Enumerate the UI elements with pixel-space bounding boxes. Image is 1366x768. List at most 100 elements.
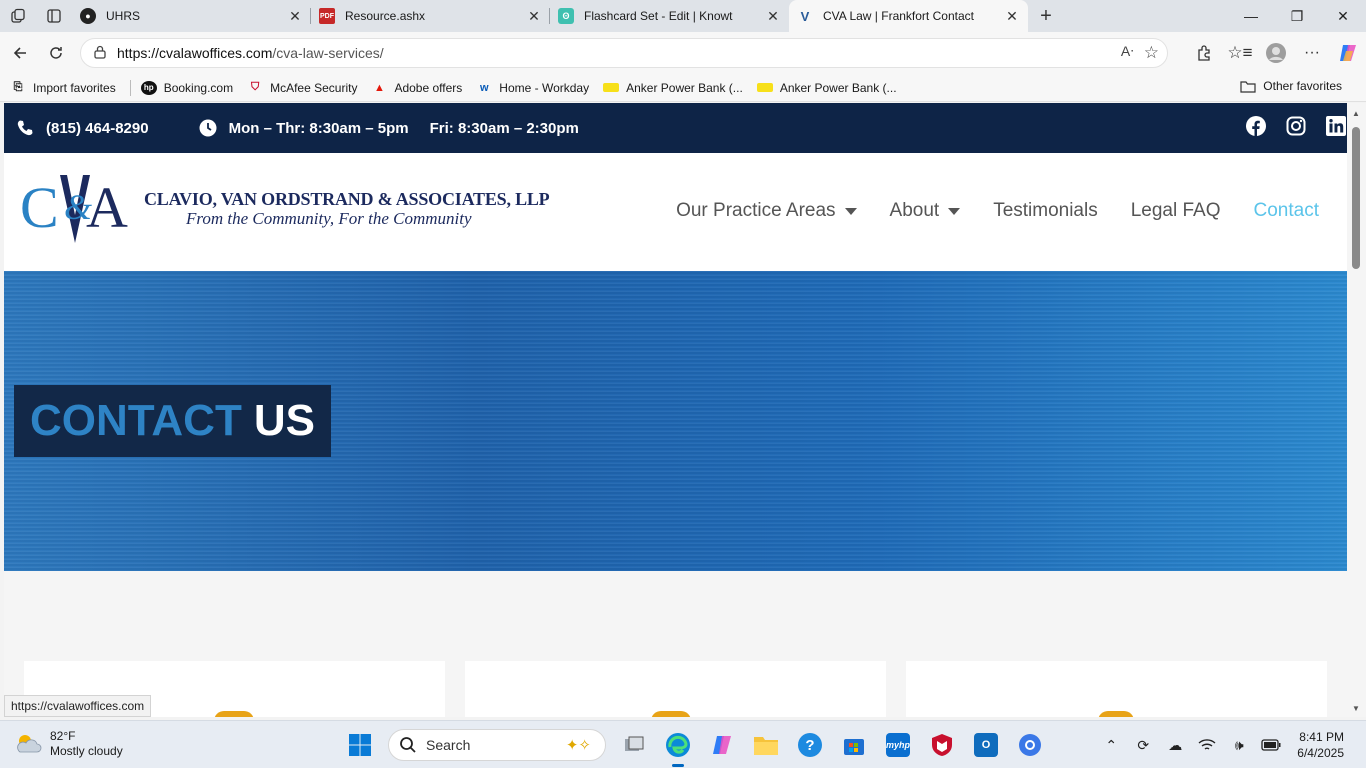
- window-close-icon[interactable]: ✕: [1320, 0, 1366, 32]
- linkedin-icon[interactable]: [1325, 115, 1347, 137]
- system-clock[interactable]: 8:41 PM 6/4/2025: [1297, 729, 1344, 761]
- scroll-down-icon[interactable]: ▼: [1351, 704, 1361, 713]
- more-icon[interactable]: ···: [1294, 35, 1330, 71]
- myhp-icon: myhp: [886, 733, 910, 757]
- clock-icon: [197, 117, 219, 139]
- taskbar-store[interactable]: [832, 727, 876, 763]
- other-favorites-label: Other favorites: [1263, 79, 1342, 93]
- read-aloud-icon[interactable]: Aᐧ: [1121, 43, 1134, 63]
- tab-cva-law[interactable]: V CVA Law | Frankfort Contact ✕: [789, 0, 1028, 32]
- url-host: https://cvalawoffices.com: [117, 45, 273, 61]
- tab-label: Resource.ashx: [345, 9, 426, 23]
- fav-mcafee[interactable]: ⛉ McAfee Security: [247, 81, 358, 95]
- hours-weekday: Mon – Thr: 8:30am – 5pm: [228, 119, 409, 137]
- card-icon: [1098, 711, 1134, 717]
- site-header: C & A CLAVIO, VAN ORDSTRAND & ASSOCIATES…: [4, 153, 1347, 271]
- refresh-icon[interactable]: [38, 35, 74, 71]
- fav-import-favorites[interactable]: ⎘ Import favorites: [10, 81, 116, 95]
- scroll-up-icon[interactable]: ▲: [1351, 109, 1361, 118]
- firm-name: CLAVIO, VAN ORDSTRAND & ASSOCIATES, LLP: [144, 189, 550, 209]
- scroll-thumb[interactable]: [1352, 127, 1360, 269]
- fav-adobe[interactable]: ▲ Adobe offers: [371, 81, 462, 95]
- restore-icon[interactable]: ❐: [1274, 0, 1320, 32]
- taskbar-myhp[interactable]: myhp: [876, 727, 920, 763]
- mcafee-icon: ⛉: [250, 81, 260, 93]
- taskbar-search[interactable]: Search ✦✧: [388, 729, 606, 761]
- store-icon: [844, 739, 864, 755]
- fav-label: Home - Workday: [499, 80, 590, 95]
- site-info-icon[interactable]: [93, 45, 107, 62]
- taskbar-chrome-like-app[interactable]: [1008, 727, 1052, 763]
- tab-strip: ● UHRS ✕ PDF Resource.ashx ✕ ʘ Flashcard…: [0, 0, 1366, 32]
- main-nav: Our Practice Areas About Testimonials Le…: [643, 200, 1319, 222]
- card-icon: [651, 711, 691, 717]
- onedrive-icon[interactable]: ☁: [1159, 737, 1191, 754]
- fav-label: Booking.com: [163, 80, 234, 95]
- search-icon: [400, 737, 416, 753]
- contact-info-bar: (815) 464-8290 Mon – Thr: 8:30am – 5pm F…: [4, 103, 1347, 153]
- taskbar-outlook[interactable]: O: [964, 727, 1008, 763]
- fav-booking[interactable]: hp Booking.com: [140, 80, 234, 95]
- taskbar-mcafee[interactable]: [920, 727, 964, 763]
- nav-testimonials[interactable]: Testimonials: [993, 200, 1098, 222]
- firm-logo[interactable]: C & A: [20, 171, 132, 251]
- card-icon: [214, 711, 254, 717]
- close-icon[interactable]: ✕: [765, 8, 781, 24]
- caret-down-icon: [844, 207, 857, 215]
- new-tab-button[interactable]: +: [1028, 0, 1064, 32]
- extensions-icon[interactable]: [1186, 35, 1222, 71]
- facebook-icon[interactable]: [1245, 115, 1267, 137]
- taskbar-file-explorer[interactable]: [744, 727, 788, 763]
- weather-description: Mostly cloudy: [50, 744, 123, 758]
- taskbar-copilot[interactable]: [700, 727, 744, 763]
- taskbar-help[interactable]: ?: [788, 727, 832, 763]
- favorites-icon[interactable]: ☆≡: [1222, 35, 1258, 71]
- profile-avatar[interactable]: [1258, 35, 1294, 71]
- copilot-icon[interactable]: [1330, 35, 1366, 71]
- fav-anker-2[interactable]: Anker Power Bank (...: [756, 81, 897, 95]
- folder-icon: [1240, 79, 1256, 93]
- taskbar-edge[interactable]: [656, 727, 700, 767]
- app-circle-icon: [1019, 734, 1041, 756]
- status-bar-url: https://cvalawoffices.com: [4, 695, 152, 717]
- nav-about[interactable]: About: [890, 200, 961, 222]
- tag-icon: [756, 83, 773, 92]
- other-favorites[interactable]: Other favorites: [1240, 79, 1342, 93]
- tab-label: UHRS: [106, 9, 141, 23]
- close-icon[interactable]: ✕: [287, 8, 303, 24]
- nav-contact[interactable]: Contact: [1254, 200, 1319, 222]
- start-button[interactable]: [338, 727, 382, 763]
- tab-knowt[interactable]: ʘ Flashcard Set - Edit | Knowt ✕: [550, 0, 789, 32]
- wifi-icon[interactable]: [1191, 738, 1223, 752]
- close-icon[interactable]: ✕: [1004, 8, 1020, 24]
- volume-icon[interactable]: 🕪: [1223, 737, 1255, 754]
- chevron-up-icon[interactable]: ⌃: [1095, 737, 1127, 754]
- sync-icon[interactable]: ⟳: [1127, 737, 1159, 754]
- fav-workday[interactable]: w Home - Workday: [476, 81, 589, 95]
- favorite-star-icon[interactable]: ☆: [1144, 43, 1159, 63]
- back-icon[interactable]: [2, 35, 38, 71]
- nav-label: Testimonials: [993, 200, 1098, 221]
- copilot-app-icon: [713, 736, 731, 754]
- knowt-icon: ʘ: [558, 8, 574, 24]
- instagram-icon[interactable]: [1285, 115, 1307, 137]
- fav-anker-1[interactable]: Anker Power Bank (...: [603, 81, 743, 95]
- address-bar[interactable]: https://cvalawoffices.com/cva-law-servic…: [80, 38, 1168, 68]
- tab-actions-icon[interactable]: [36, 0, 72, 32]
- page-scrollbar[interactable]: ▲ ▼: [1347, 103, 1366, 717]
- caret-down-icon: [948, 207, 961, 215]
- nav-practice-areas[interactable]: Our Practice Areas: [676, 200, 857, 222]
- phone-link[interactable]: (815) 464-8290: [14, 117, 149, 139]
- task-view-button[interactable]: [612, 727, 656, 763]
- battery-icon[interactable]: [1255, 739, 1287, 751]
- minimize-icon[interactable]: —: [1228, 0, 1274, 32]
- workspaces-icon[interactable]: [0, 0, 36, 32]
- page-title-part2: US: [253, 396, 315, 445]
- weather-widget[interactable]: 82°F Mostly cloudy: [14, 729, 123, 759]
- nav-legal-faq[interactable]: Legal FAQ: [1131, 200, 1221, 222]
- sparkle-icon: ✦✧: [565, 737, 591, 754]
- tab-uhrs[interactable]: ● UHRS ✕: [72, 0, 311, 32]
- weather-cloud-icon: [17, 735, 42, 753]
- tab-resource[interactable]: PDF Resource.ashx ✕: [311, 0, 550, 32]
- close-icon[interactable]: ✕: [526, 8, 542, 24]
